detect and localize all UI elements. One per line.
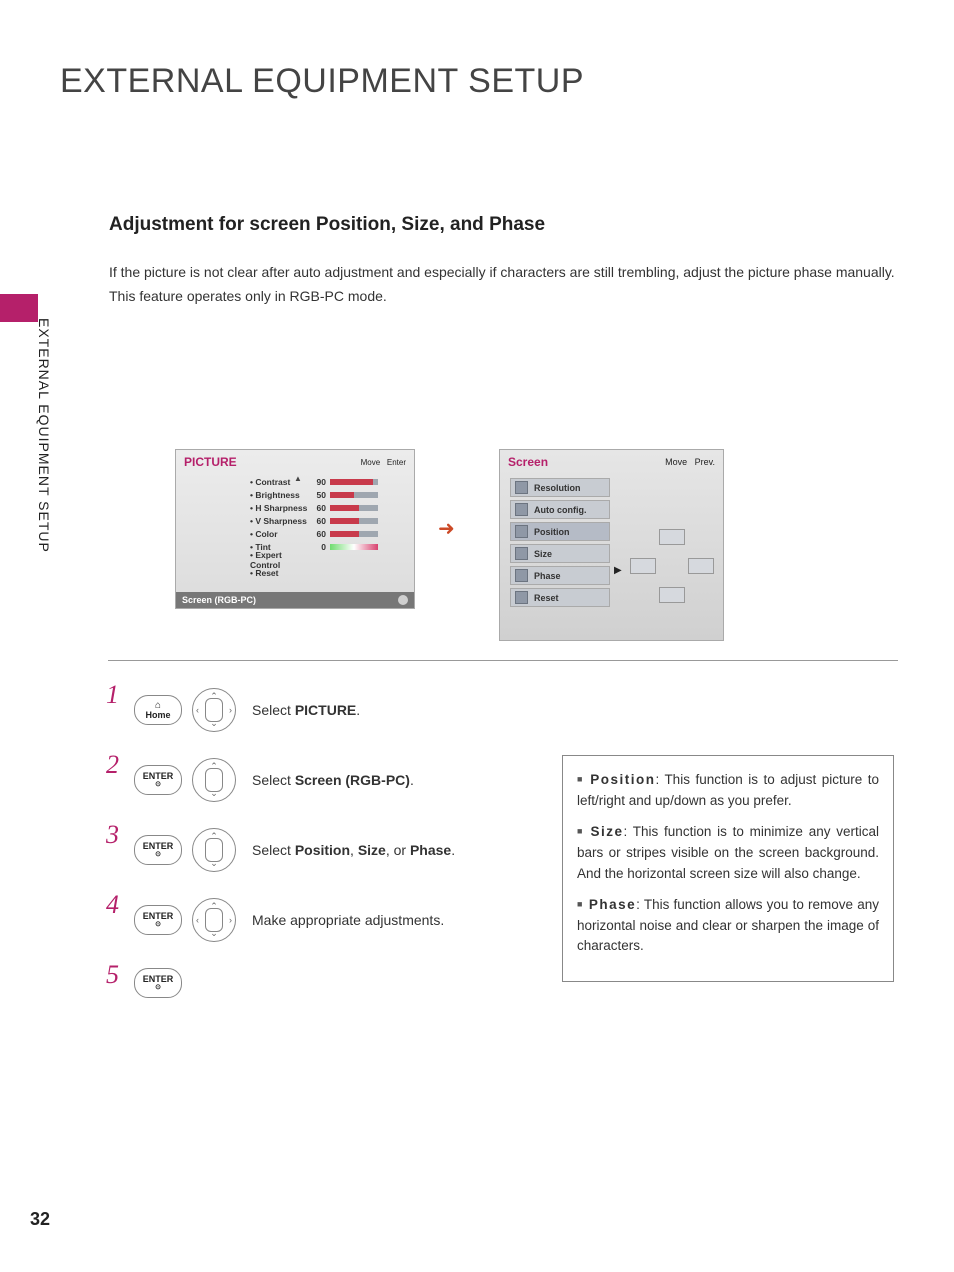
enter-button[interactable]: ENTER⊙ xyxy=(134,905,182,935)
step-text: Select Position, Size, or Phase. xyxy=(252,842,455,858)
step-text: Select PICTURE. xyxy=(252,702,360,718)
arrow-up-icon: ▲ xyxy=(294,474,302,483)
selected-label: Screen (RGB-PC) xyxy=(182,595,256,605)
picture-row[interactable]: • Expert Control xyxy=(250,553,414,566)
option-icon xyxy=(515,481,528,494)
info-item: Phase: This function allows you to remov… xyxy=(577,895,879,958)
screen-option[interactable]: Size xyxy=(510,544,610,563)
option-icon xyxy=(515,503,528,516)
picture-menu: PICTURE Move Enter ▲ • Contrast90• Brigh… xyxy=(175,449,415,609)
position-control[interactable] xyxy=(626,520,718,612)
down-button[interactable] xyxy=(659,587,685,603)
body-text: If the picture is not clear after auto a… xyxy=(109,262,899,310)
step-row: 5 ENTER⊙ xyxy=(106,968,586,998)
pointer-icon: ▶ xyxy=(614,565,622,576)
step-row: 1 ⌂Home ⌃⌄‹›Select PICTURE. xyxy=(106,688,586,732)
screen-option[interactable]: Position xyxy=(510,522,610,541)
step-row: 2 ENTER⊙ ⌃⌄Select Screen (RGB-PC). xyxy=(106,758,586,802)
enter-button[interactable]: ENTER⊙ xyxy=(134,968,182,998)
picture-row[interactable]: • Contrast90 xyxy=(250,475,414,488)
page-title: EXTERNAL EQUIPMENT SETUP xyxy=(60,62,584,101)
step-row: 3 ENTER⊙ ⌃⌄Select Position, Size, or Pha… xyxy=(106,828,586,872)
move-hint: Move xyxy=(361,458,381,467)
step-text: Select Screen (RGB-PC). xyxy=(252,772,414,788)
side-tab xyxy=(0,294,38,322)
arrow-right-icon: ➜ xyxy=(438,516,455,541)
dpad-button[interactable]: ⌃⌄ xyxy=(192,828,236,872)
screen-option[interactable]: Phase xyxy=(510,566,610,585)
screen-option[interactable]: Auto config. xyxy=(510,500,610,519)
prev-hint: Prev. xyxy=(695,457,715,467)
picture-row[interactable]: • Reset xyxy=(250,566,414,579)
page-number: 32 xyxy=(30,1209,50,1230)
enter-hint: Enter xyxy=(387,458,406,467)
side-label: EXTERNAL EQUIPMENT SETUP xyxy=(36,318,52,553)
option-icon xyxy=(515,525,528,538)
left-button[interactable] xyxy=(630,558,656,574)
dpad-button[interactable]: ⌃⌄‹› xyxy=(192,688,236,732)
body-p2: This feature operates only in RGB-PC mod… xyxy=(109,286,899,307)
option-icon xyxy=(515,547,528,560)
enter-button[interactable]: ENTER⊙ xyxy=(134,765,182,795)
dpad-button[interactable]: ⌃⌄ xyxy=(192,758,236,802)
option-icon xyxy=(515,569,528,582)
picture-header: PICTURE xyxy=(184,455,237,469)
picture-selected-row[interactable]: Screen (RGB-PC) xyxy=(176,592,414,608)
screen-option[interactable]: Reset xyxy=(510,588,610,607)
home-button[interactable]: ⌂Home xyxy=(134,695,182,725)
dpad-button[interactable]: ⌃⌄‹› xyxy=(192,898,236,942)
divider xyxy=(108,660,898,661)
step-number: 4 xyxy=(106,890,124,920)
picture-row[interactable]: • V Sharpness60 xyxy=(250,514,414,527)
step-number: 3 xyxy=(106,820,124,850)
picture-row[interactable]: • H Sharpness60 xyxy=(250,501,414,514)
info-item: Size: This function is to minimize any v… xyxy=(577,822,879,885)
step-number: 2 xyxy=(106,750,124,780)
screen-header: Screen xyxy=(508,455,548,469)
move-hint: Move xyxy=(665,457,687,467)
up-button[interactable] xyxy=(659,529,685,545)
body-p1: If the picture is not clear after auto a… xyxy=(109,262,899,283)
screen-option[interactable]: Resolution xyxy=(510,478,610,497)
screen-menu: Screen Move Prev. Resolution Auto config.… xyxy=(499,449,724,641)
picture-row[interactable]: • Color60 xyxy=(250,527,414,540)
picture-row[interactable]: • Brightness50 xyxy=(250,488,414,501)
step-number: 5 xyxy=(106,960,124,990)
steps-list: 1 ⌂Home ⌃⌄‹›Select PICTURE.2 ENTER⊙ ⌃⌄Se… xyxy=(106,688,586,1024)
enter-icon xyxy=(398,595,408,605)
section-subtitle: Adjustment for screen Position, Size, an… xyxy=(109,214,545,236)
info-box: Position: This function is to adjust pic… xyxy=(562,755,894,982)
info-item: Position: This function is to adjust pic… xyxy=(577,770,879,812)
right-button[interactable] xyxy=(688,558,714,574)
option-icon xyxy=(515,591,528,604)
step-row: 4 ENTER⊙ ⌃⌄‹›Make appropriate adjustment… xyxy=(106,898,586,942)
step-text: Make appropriate adjustments. xyxy=(252,912,444,928)
step-number: 1 xyxy=(106,680,124,710)
enter-button[interactable]: ENTER⊙ xyxy=(134,835,182,865)
